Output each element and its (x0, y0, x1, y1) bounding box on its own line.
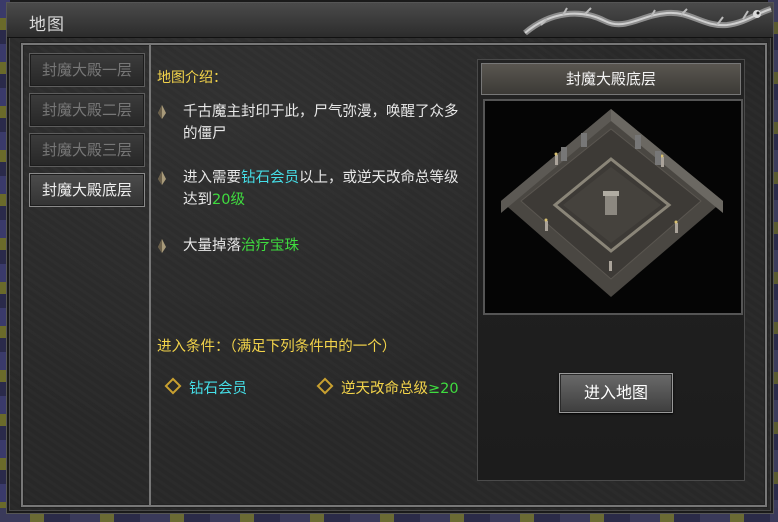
tab-floor-1[interactable]: 封魔大殿一层 (29, 53, 145, 87)
bullet-marker-icon (158, 171, 166, 185)
floor-tab-list: 封魔大殿一层 封魔大殿二层 封魔大殿三层 封魔大殿底层 (23, 45, 151, 505)
entry-conditions-title: 进入条件：（满足下列条件中的一个） (157, 339, 397, 355)
map-intro-heading: 地图介绍： (157, 70, 227, 86)
dragon-ornament-icon (523, 6, 772, 36)
enter-map-button[interactable]: 进入地图 (559, 373, 673, 413)
bullet-marker-icon (158, 239, 166, 253)
tab-floor-bottom[interactable]: 封魔大殿底层 (29, 173, 145, 207)
dungeon-map-graphic (501, 109, 723, 297)
title-bar[interactable]: 地图 (7, 3, 773, 38)
healing-orb-highlight: 治疗宝珠 (241, 238, 299, 254)
diamond-icon (316, 377, 334, 395)
intro-bullet-2-text: 进入需要钻石会员以上，或逆天改命总等级达到20级 (183, 170, 459, 208)
map-window: 地图 封魔大殿一层 封魔大殿二层 封魔大殿三层 封魔大殿底层 地图介绍： 千古魔… (6, 2, 774, 514)
map-name-label: 封魔大殿底层 (481, 63, 741, 95)
tab-floor-3[interactable]: 封魔大殿三层 (29, 133, 145, 167)
diamond-icon (164, 377, 182, 395)
condition-diamond-member: 钻石会员 (164, 377, 247, 398)
intro-bullet-1-text: 千古魔主封印于此，尸气弥漫，唤醒了众多的僵尸 (183, 104, 459, 142)
map-preview-image (483, 99, 743, 315)
intro-bullet-3-text: 大量掉落治疗宝珠 (183, 238, 299, 254)
window-title: 地图 (29, 15, 65, 35)
bullet-marker-icon (158, 105, 166, 119)
map-intro: 地图介绍： (157, 67, 467, 87)
diamond-member-highlight: 钻石会员 (241, 170, 299, 186)
condition-reverse-fate-level: 逆天改命总级≥20 (316, 377, 459, 398)
level-20-highlight: 20级 (212, 192, 245, 208)
tab-floor-2[interactable]: 封魔大殿二层 (29, 93, 145, 127)
